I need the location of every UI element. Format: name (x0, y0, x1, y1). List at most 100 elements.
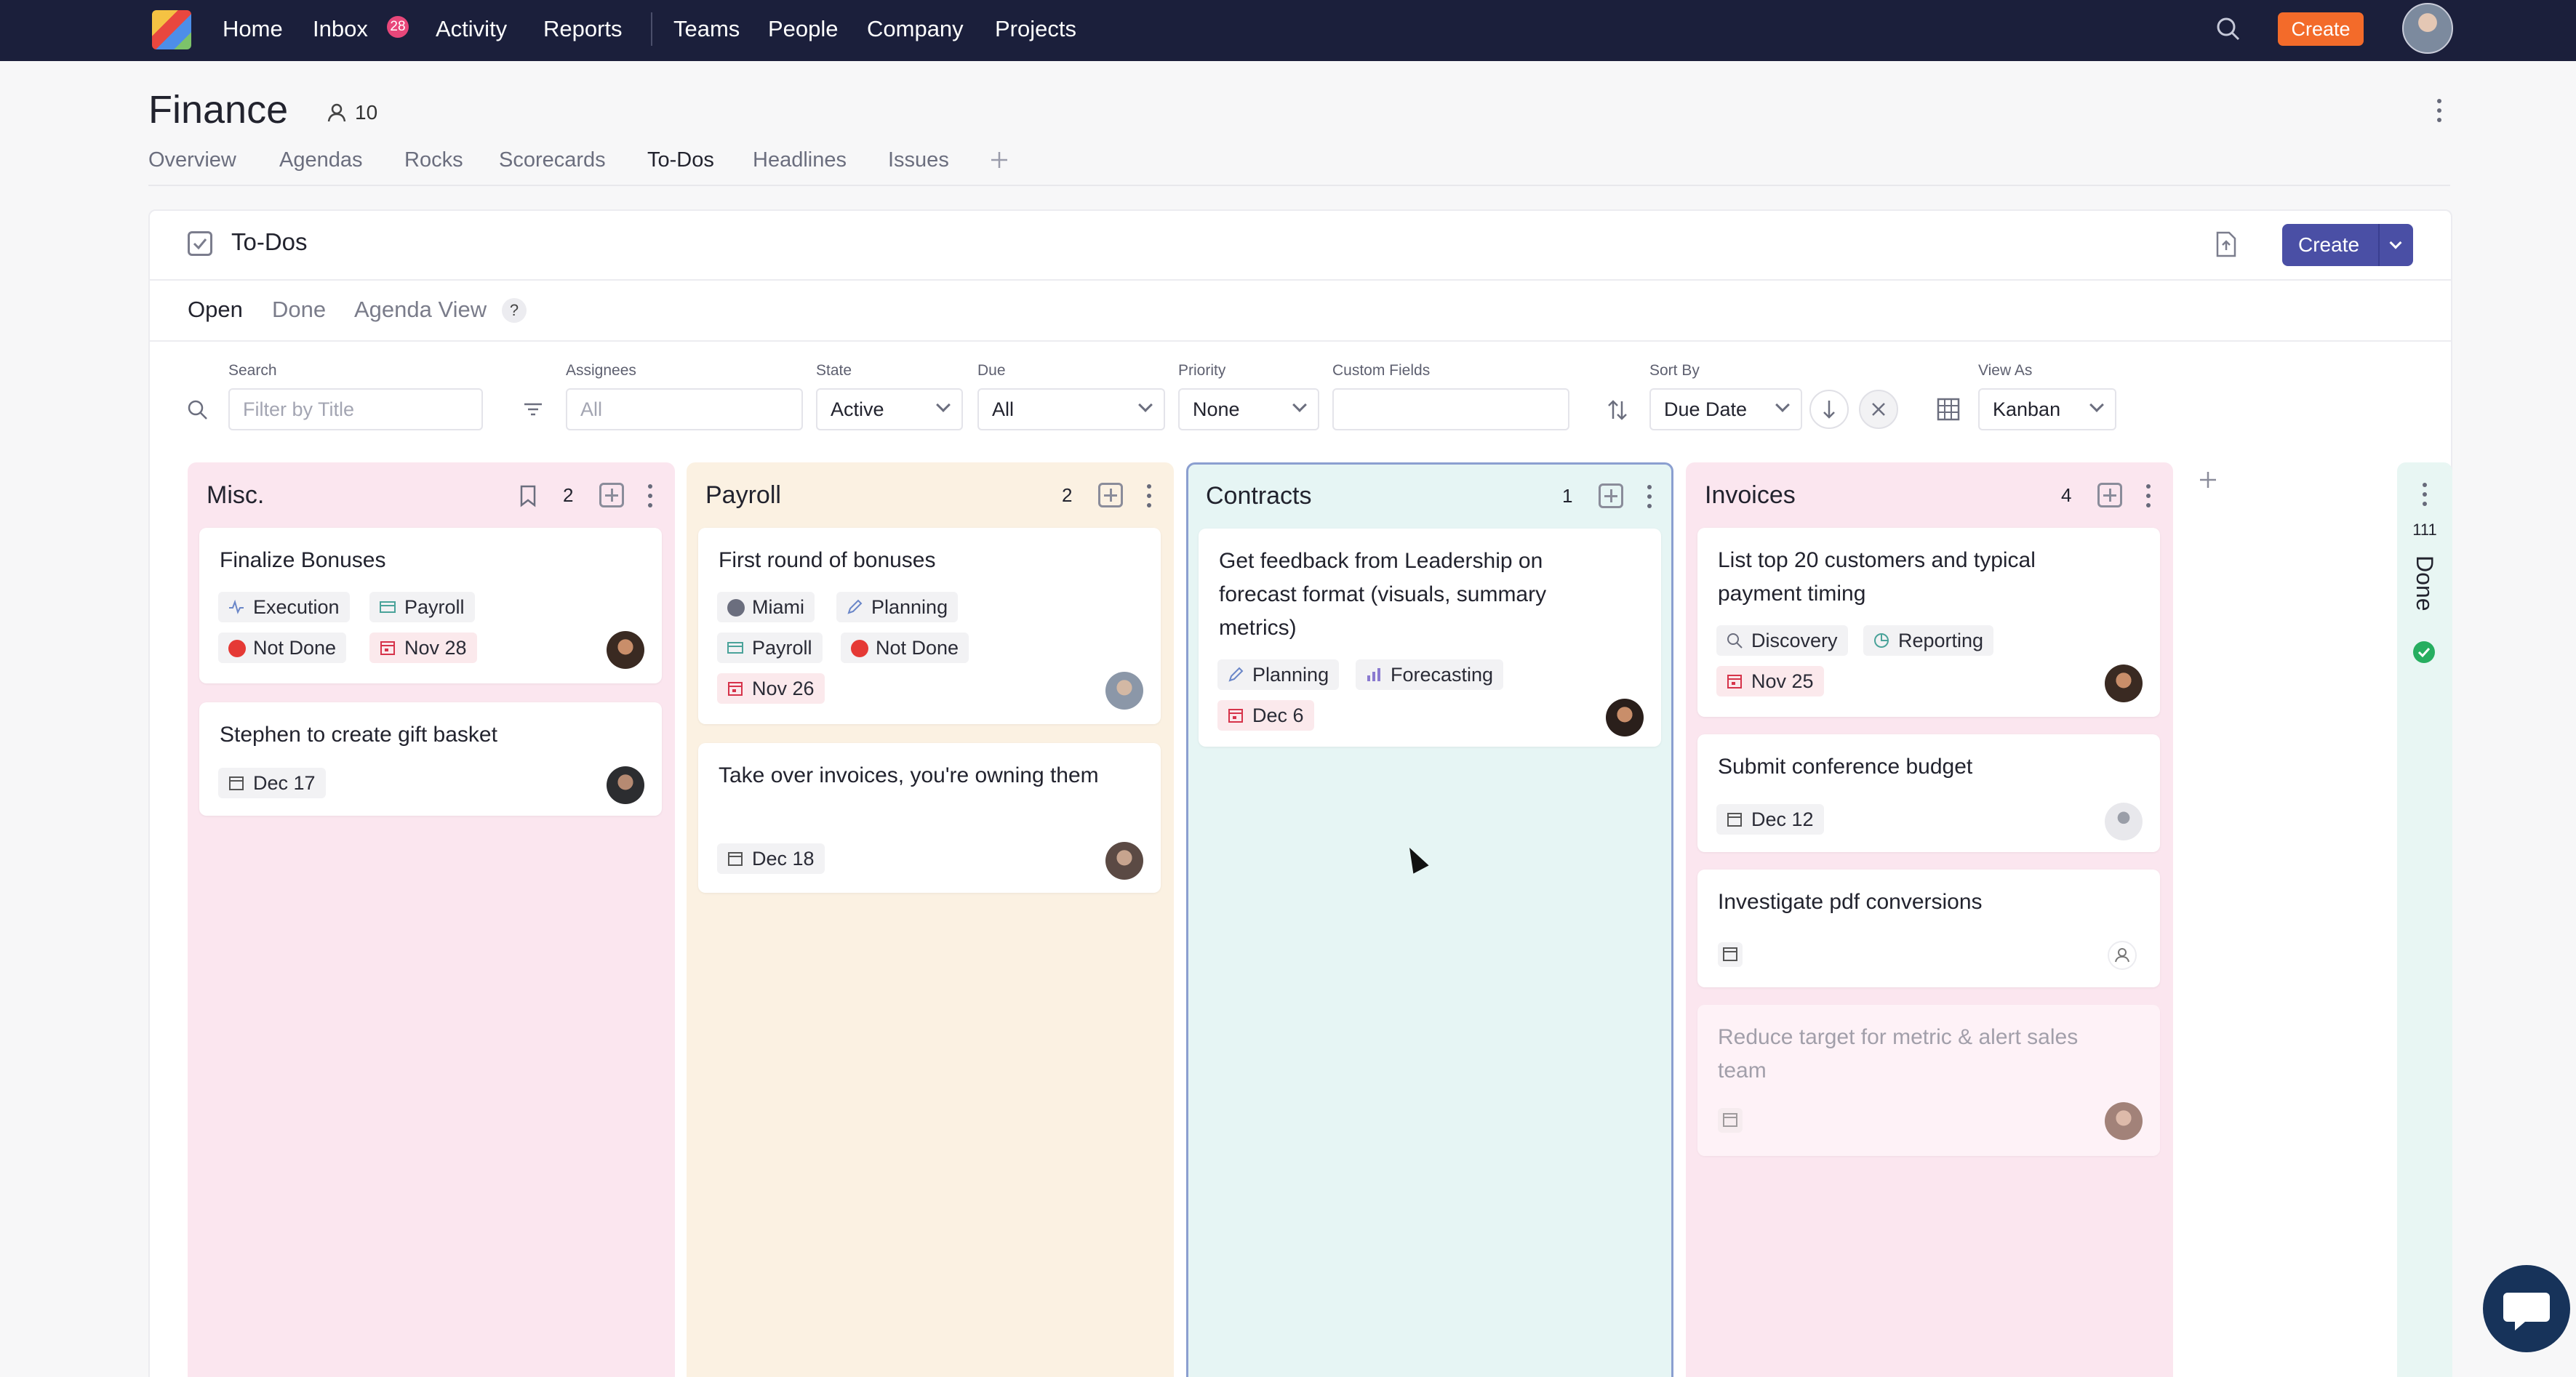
due-date-chip[interactable]: Dec 18 (717, 843, 825, 874)
search-icon[interactable] (2214, 15, 2243, 44)
add-card-icon[interactable] (599, 483, 624, 507)
column-more-icon[interactable] (2141, 481, 2156, 510)
tag-label: Payroll (404, 596, 465, 618)
add-card-icon[interactable] (2097, 483, 2122, 507)
bookmark-icon[interactable] (518, 484, 538, 507)
todo-card[interactable]: Take over invoices, you're owning them D… (698, 743, 1161, 893)
todo-card[interactable]: Reduce target for metric & alert sales t… (1697, 1005, 2160, 1156)
add-tab-icon[interactable] (989, 150, 1009, 170)
tag-chip[interactable]: Payroll (369, 592, 475, 622)
nav-people[interactable]: People (768, 0, 839, 58)
view-tab-open[interactable]: Open (188, 297, 243, 323)
calendar-icon[interactable] (1718, 942, 1743, 967)
assignee-avatar[interactable] (1105, 672, 1143, 710)
tag-chip[interactable]: Forecasting (1356, 659, 1504, 690)
search-input[interactable]: Filter by Title (228, 388, 483, 430)
column-more-icon[interactable] (1142, 481, 1156, 510)
tab-overview[interactable]: Overview (148, 148, 236, 172)
assignee-avatar[interactable] (2105, 1102, 2143, 1140)
tab-todos[interactable]: To-Dos (647, 148, 714, 172)
todo-card[interactable]: Submit conference budget Dec 12 (1697, 734, 2160, 852)
due-date-chip[interactable]: Nov 28 (369, 633, 477, 663)
due-date-chip[interactable]: Nov 25 (1716, 666, 1824, 696)
page-more-icon[interactable] (2432, 96, 2447, 125)
nav-home[interactable]: Home (223, 0, 283, 58)
tag-chip[interactable]: Miami (717, 592, 815, 622)
status-chip[interactable]: Not Done (841, 633, 969, 663)
assignee-avatar[interactable] (2105, 665, 2143, 702)
add-card-icon[interactable] (1599, 483, 1623, 508)
tag-chip[interactable]: Execution (218, 592, 350, 622)
unassigned-person-icon[interactable] (2108, 941, 2137, 970)
add-column-icon[interactable] (2193, 465, 2223, 494)
view-as-select[interactable]: Kanban (1978, 388, 2116, 430)
due-date-chip[interactable]: Dec 17 (218, 768, 326, 798)
tab-rocks[interactable]: Rocks (404, 148, 463, 172)
nav-projects[interactable]: Projects (995, 0, 1076, 58)
todo-card[interactable]: First round of bonuses Miami Planning Pa… (698, 528, 1161, 724)
tab-issues[interactable]: Issues (888, 148, 949, 172)
nav-activity[interactable]: Activity (436, 0, 507, 58)
grid-icon[interactable] (1936, 397, 1961, 422)
sort-select[interactable]: Due Date (1649, 388, 1802, 430)
tag-label: Planning (871, 596, 948, 618)
status-chip[interactable]: Not Done (218, 633, 347, 663)
nav-reports[interactable]: Reports (543, 0, 623, 58)
due-date-chip[interactable]: Nov 26 (717, 673, 825, 704)
chat-support-button[interactable] (2483, 1265, 2570, 1352)
tag-chip[interactable]: Discovery (1716, 625, 1848, 656)
location-dot-icon (727, 599, 745, 617)
due-select[interactable]: All (977, 388, 1165, 430)
column-more-icon[interactable] (2417, 480, 2432, 509)
tab-scorecards[interactable]: Scorecards (499, 148, 606, 172)
todo-card[interactable]: Investigate pdf conversions (1697, 870, 2160, 987)
chevron-down-icon[interactable] (2389, 236, 2402, 249)
nav-inbox[interactable]: Inbox (313, 0, 368, 58)
calendar-icon[interactable] (1718, 1108, 1743, 1133)
tag-chip[interactable]: Payroll (717, 633, 823, 663)
assignee-avatar[interactable] (607, 766, 644, 804)
view-tab-agenda[interactable]: Agenda View (354, 297, 487, 323)
column-more-icon[interactable] (643, 481, 657, 510)
todo-card[interactable]: Stephen to create gift basket Dec 17 (199, 702, 662, 816)
todo-card[interactable]: List top 20 customers and typical paymen… (1697, 528, 2160, 717)
tag-chip[interactable]: Planning (836, 592, 959, 622)
column-more-icon[interactable] (1642, 482, 1657, 511)
kanban-column-done-collapsed[interactable]: 111 Done (2397, 462, 2452, 1377)
due-date-chip[interactable]: Dec 6 (1217, 700, 1314, 731)
app-logo[interactable] (152, 10, 191, 49)
todo-card[interactable]: Finalize Bonuses Execution Payroll Not D… (199, 528, 662, 683)
export-document-icon[interactable] (2215, 231, 2237, 257)
due-date-label: Nov 28 (404, 637, 467, 659)
custom-fields-input[interactable] (1332, 388, 1569, 430)
nav-teams[interactable]: Teams (673, 0, 740, 58)
assignee-avatar[interactable] (1105, 842, 1143, 880)
assignees-select[interactable]: All (566, 388, 803, 430)
create-todo-button[interactable]: Create (2282, 224, 2413, 266)
nav-create-button[interactable]: Create (2278, 12, 2364, 46)
assignee-avatar[interactable] (607, 631, 644, 669)
add-card-icon[interactable] (1098, 483, 1123, 507)
tab-agendas[interactable]: Agendas (279, 148, 363, 172)
tag-chip[interactable]: Planning (1217, 659, 1340, 690)
assignee-avatar[interactable] (2105, 803, 2143, 840)
help-icon[interactable]: ? (502, 298, 527, 323)
sort-order-button[interactable] (1809, 390, 1849, 429)
column-title: Misc. (207, 481, 265, 509)
clear-sort-button[interactable] (1859, 390, 1898, 429)
user-avatar[interactable] (2402, 3, 2453, 54)
due-date-chip[interactable]: Dec 12 (1716, 804, 1824, 835)
state-select[interactable]: Active (816, 388, 963, 430)
priority-select[interactable]: None (1178, 388, 1319, 430)
sort-direction-icon[interactable] (1606, 398, 1629, 422)
column-title: Contracts (1206, 482, 1312, 510)
assignee-avatar[interactable] (1606, 699, 1644, 736)
filter-icon[interactable] (522, 398, 544, 420)
card-title: Reduce target for metric & alert sales t… (1718, 1025, 2079, 1083)
column-count: 2 (563, 484, 574, 506)
tag-chip[interactable]: Reporting (1863, 625, 1994, 656)
tab-headlines[interactable]: Headlines (753, 148, 847, 172)
nav-company[interactable]: Company (867, 0, 964, 58)
view-tab-done[interactable]: Done (272, 297, 326, 323)
todo-card[interactable]: Get feedback from Leadership on forecast… (1199, 529, 1661, 747)
